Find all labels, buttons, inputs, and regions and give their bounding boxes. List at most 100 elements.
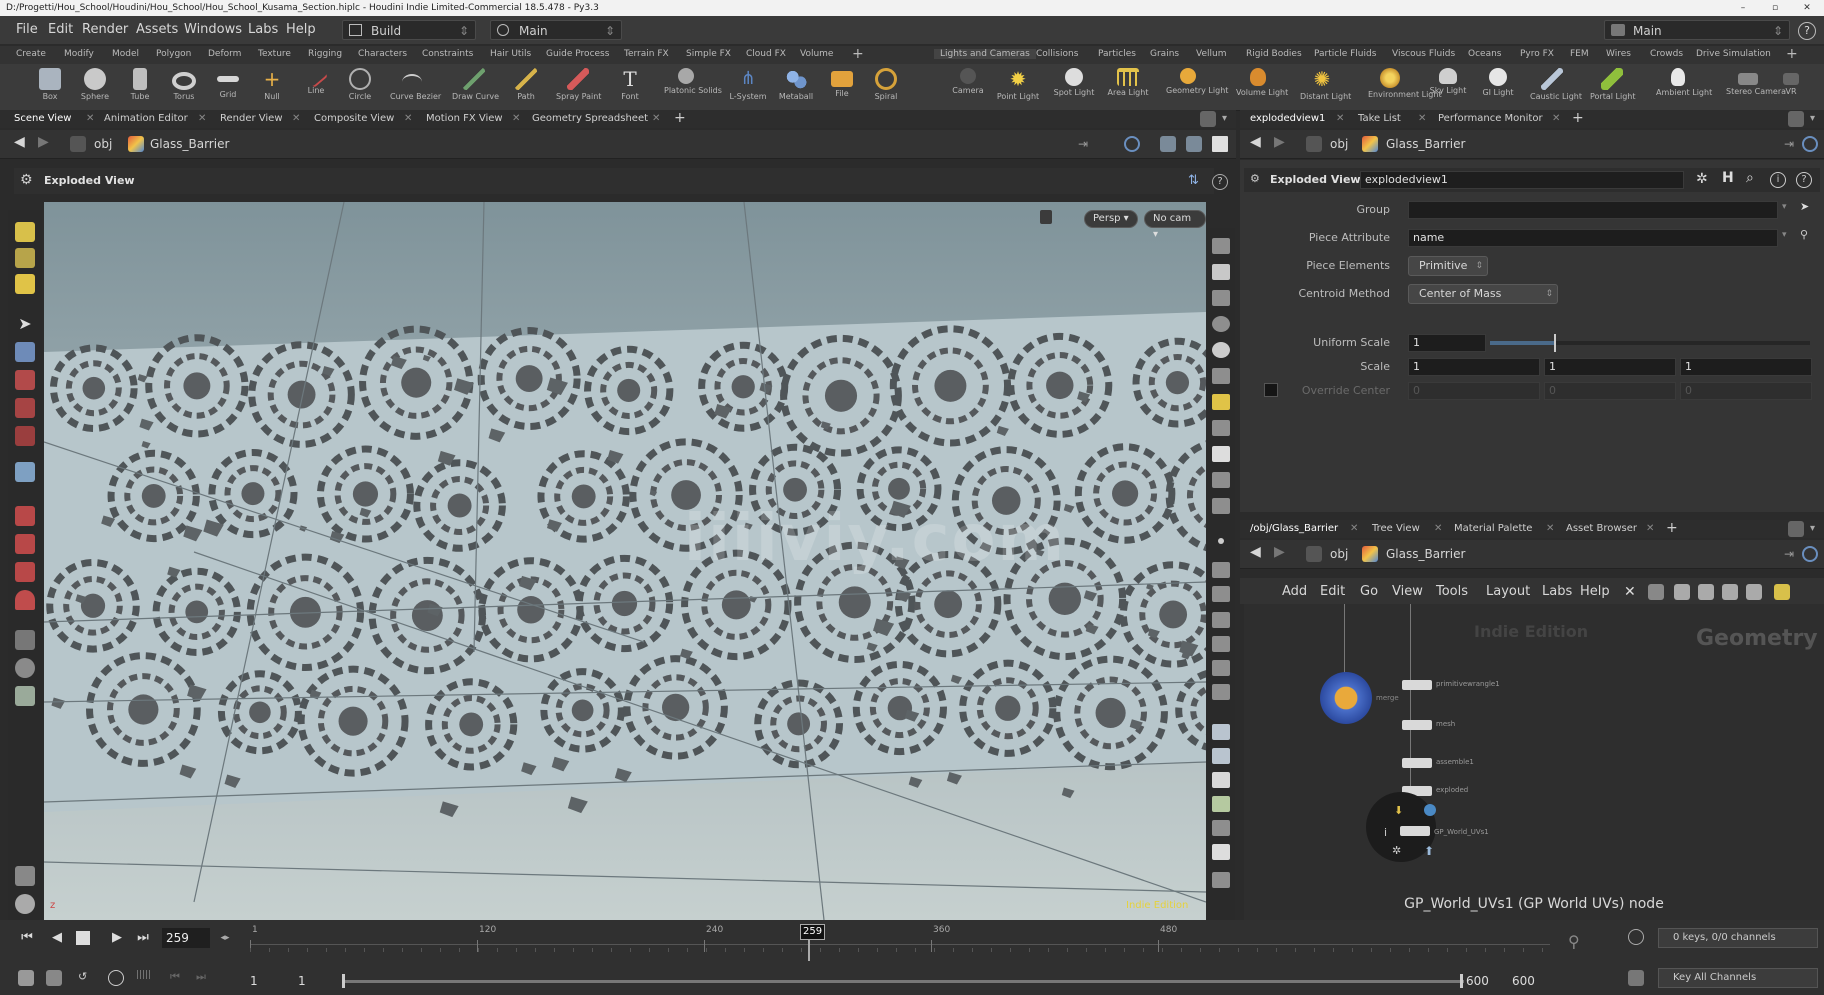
tool-vr[interactable]: VR [1774,66,1808,108]
tab-close-icon[interactable]: ✕ [1336,113,1344,124]
next-key-icon[interactable]: ⏭ [196,970,212,986]
thumbnail-icon[interactable] [1746,584,1762,600]
net-menu-help[interactable]: Help [1580,584,1610,599]
brush-icon[interactable] [15,370,35,390]
tab-asset-browser[interactable]: Asset Browser [1566,523,1637,534]
viewport-layout-selector[interactable]: Main ⇕ [490,20,622,40]
step-back-icon[interactable]: ◀ [46,929,68,947]
tool-sky-light[interactable]: Sky Light [1426,66,1470,108]
flipbook-icon[interactable] [15,866,35,886]
frame-marker[interactable]: 259 [800,924,826,940]
tool-curve-bezier[interactable]: Curve Bezier [390,66,441,108]
path-node[interactable]: Glass_Barrier [150,137,229,151]
forward-arrow-icon[interactable]: ▶ [38,134,49,150]
node-name-field[interactable]: explodedview1 [1360,171,1684,189]
shelf-tab-deform[interactable]: Deform [208,49,241,59]
info-icon[interactable]: i [1770,172,1786,188]
menu-render[interactable]: Render [82,22,128,37]
tool-spiral[interactable]: Spiral [864,66,908,108]
persp-menu[interactable]: Persp ▾ [1084,210,1138,228]
tool-font[interactable]: T Font [608,66,652,108]
pin-icon[interactable]: ⇥ [1078,137,1088,151]
display-icon[interactable] [1212,238,1230,254]
scale-y-field[interactable]: 1 [1544,358,1676,376]
net-menu-labs[interactable]: Labs [1542,584,1572,599]
keys-channels-menu[interactable]: 0 keys, 0/0 channels [1658,928,1818,948]
help-icon[interactable]: ? [1796,172,1812,188]
piece-elements-menu[interactable]: Primitive ⇕ [1408,256,1488,276]
uniform-scale-handle[interactable] [1554,334,1556,352]
playhead[interactable] [808,939,810,961]
tool-l-system[interactable]: ⋔ L-System [726,66,770,108]
range-end2-field[interactable]: 600 [1512,974,1535,988]
tool-null[interactable]: + Null [250,66,294,108]
view-tool-icon[interactable] [15,462,35,482]
table-icon[interactable] [1722,584,1738,600]
object-merge-node[interactable] [1320,672,1372,724]
tool-environment-light[interactable]: Environment Light [1368,66,1442,108]
tab-tree-view[interactable]: Tree View [1372,523,1420,534]
scale-x-field[interactable]: 1 [1408,358,1540,376]
global-anim-icon[interactable]: ||||| [136,970,152,986]
focus-icon[interactable] [1212,420,1230,436]
group-field[interactable] [1408,201,1778,219]
tool-camera[interactable]: Camera [946,66,990,108]
snapshot-icon[interactable] [1186,136,1202,152]
scale-z-field[interactable]: 1 [1680,358,1812,376]
grid-view-icon[interactable] [1698,584,1714,600]
back-arrow-icon[interactable]: ◀ [14,134,25,150]
tool-file[interactable]: File [820,66,864,108]
override-z-field[interactable]: 0 [1680,382,1812,400]
bypass-icon[interactable]: ✲ [1392,844,1401,857]
tab-explodedview1[interactable]: explodedview1 [1250,113,1325,124]
isolate-icon[interactable] [1212,772,1230,788]
sticky-note-icon[interactable] [1774,584,1790,600]
pane-layout-icon[interactable] [1200,111,1216,127]
render-flag-icon[interactable] [1424,804,1436,816]
override-x-field[interactable]: 0 [1408,382,1540,400]
ghost-icon[interactable] [1212,724,1230,740]
auto-key-icon[interactable] [1628,929,1644,945]
shelf-tab-vellum[interactable]: Vellum [1196,49,1226,59]
location-pin-icon[interactable]: ⚲ [1800,228,1808,241]
tool-caustic-light[interactable]: Caustic Light [1530,66,1582,108]
tab-animation-editor[interactable]: Animation Editor [104,113,188,124]
paint-icon[interactable] [15,398,35,418]
viewport-settings-icon[interactable] [1212,844,1230,860]
realtime-icon[interactable] [18,970,34,986]
bounds-icon[interactable] [1212,684,1230,700]
tab-close-icon[interactable]: ✕ [512,113,520,124]
pane-menu-icon[interactable]: ▾ [1810,113,1815,124]
background-icon[interactable] [1212,368,1230,384]
tool-spray-paint[interactable]: Spray Paint [556,66,601,108]
path-node[interactable]: Glass_Barrier [1386,547,1465,561]
light-icon[interactable] [1212,342,1230,358]
piece-attribute-field[interactable]: name [1408,229,1778,247]
net-menu-layout[interactable]: Layout [1486,584,1530,599]
uv-icon[interactable] [1212,636,1230,652]
point-display-icon[interactable] [1212,472,1230,488]
record-icon[interactable] [15,658,35,678]
tool-point-light[interactable]: ✹ Point Light [996,66,1040,108]
current-frame-field[interactable]: 259 [162,928,210,948]
tab-close-icon[interactable]: ✕ [1646,523,1654,534]
network-link-icon[interactable] [1802,546,1818,562]
scene-icon[interactable] [1212,796,1230,812]
tools-icon[interactable]: ✕ [1624,584,1640,600]
snapshot-viewport-icon[interactable] [1212,872,1230,888]
shelf-tab-texture[interactable]: Texture [258,49,291,59]
shelf-tab-create[interactable]: Create [16,49,46,59]
dropdown-arrow-icon[interactable]: ▾ [1782,202,1787,212]
tab-close-icon[interactable]: ✕ [1552,113,1560,124]
primitive-number-icon[interactable] [1212,562,1230,578]
frame-icon[interactable] [1212,446,1230,462]
wireframe-icon[interactable] [1212,290,1230,306]
loop-icon[interactable]: ↺ [78,970,94,986]
jump-end-icon[interactable]: ⏭ [132,929,154,947]
menu-help[interactable]: Help [286,22,316,37]
vertex-icon[interactable] [1212,586,1230,602]
path-node[interactable]: Glass_Barrier [1386,137,1465,151]
tool-metaball[interactable]: Metaball [774,66,818,108]
tab-scene-view[interactable]: Scene View [14,113,71,124]
tab-close-icon[interactable]: ✕ [652,113,660,124]
